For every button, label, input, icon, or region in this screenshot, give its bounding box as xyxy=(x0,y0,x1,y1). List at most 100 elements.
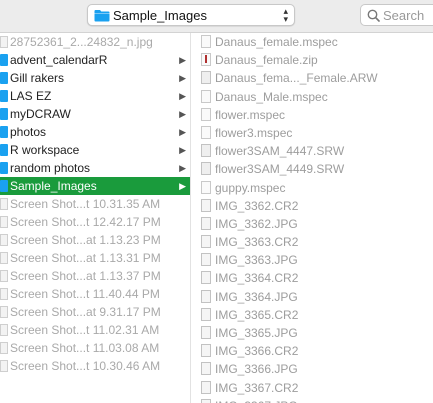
popup-stepper-icon: ▴ ▾ xyxy=(283,6,288,24)
file-icon xyxy=(0,342,8,354)
column-1-item-label: Screen Shot...t 10.30.46 AM xyxy=(10,359,161,373)
column-2-item[interactable]: IMG_3367.JPG xyxy=(191,397,433,403)
disclosure-arrow-icon: ▶ xyxy=(179,145,186,155)
column-1-item[interactable]: R workspace ▶ xyxy=(0,141,190,159)
column-1-item[interactable]: Screen Shot...at 1.13.31 PM xyxy=(0,249,190,267)
column-1-item[interactable]: myDCRAW ▶ xyxy=(0,105,190,123)
search-input[interactable] xyxy=(383,7,433,23)
raw-image-icon xyxy=(201,162,211,176)
image-file-icon xyxy=(201,344,211,358)
folder-icon xyxy=(94,9,110,25)
raw-image-icon xyxy=(201,144,211,158)
column-1-item[interactable]: Screen Shot...at 1.13.23 PM xyxy=(0,231,190,249)
column-2-item-label: IMG_3367.JPG xyxy=(215,397,298,403)
column-2-item[interactable]: IMG_3366.JPG xyxy=(191,360,433,378)
column-1-item-label: advent_calendarR xyxy=(10,53,108,67)
column-1-item[interactable]: Screen Shot...t 11.02.31 AM xyxy=(0,321,190,339)
document-icon xyxy=(201,180,211,194)
file-icon xyxy=(0,324,8,336)
path-label: Sample_Images xyxy=(113,8,207,23)
image-file-icon xyxy=(201,326,211,339)
column-2-item[interactable]: IMG_3363.CR2 xyxy=(191,233,433,251)
column-2-item-label: IMG_3362.JPG xyxy=(215,216,298,231)
search-icon xyxy=(367,9,380,25)
column-2-item-label: IMG_3363.JPG xyxy=(215,253,298,268)
column-2-item-label: IMG_3365.CR2 xyxy=(215,307,299,322)
column-2-item[interactable]: IMG_3365.CR2 xyxy=(191,306,433,324)
column-2-item[interactable]: Danaus_Male.mspec xyxy=(191,88,433,106)
column-1-item[interactable]: Screen Shot...at 9.31.17 PM xyxy=(0,303,190,321)
column-1-item[interactable]: Screen Shot...t 12.42.17 PM xyxy=(0,213,190,231)
column-1-item[interactable]: Screen Shot...t 11.03.08 AM xyxy=(0,339,190,357)
column-1-item-label: random photos xyxy=(10,161,91,175)
folder-icon xyxy=(0,54,8,66)
column-1-item-label: Sample_Images xyxy=(10,179,97,193)
column-1-item[interactable]: 28752361_2...24832_n.jpg xyxy=(0,33,190,51)
folder-icon xyxy=(0,72,8,84)
column-1-item-label: Screen Shot...at 9.31.17 PM xyxy=(10,305,161,319)
image-file-icon xyxy=(201,398,211,403)
column-2-item[interactable]: IMG_3364.JPG xyxy=(191,288,433,306)
document-icon xyxy=(201,89,211,103)
image-file-icon xyxy=(201,271,211,285)
column-2-item[interactable]: IMG_3362.JPG xyxy=(191,215,433,233)
column-2-item[interactable]: IMG_3365.JPG xyxy=(191,324,433,342)
column-1-item[interactable]: random photos ▶ xyxy=(0,159,190,177)
column-2-item-label: Danaus_Male.mspec xyxy=(215,89,328,104)
column-2-item-label: flower.mspec xyxy=(215,107,286,122)
column-2-item-label: IMG_3367.CR2 xyxy=(215,380,299,395)
column-2-item[interactable]: guppy.mspec xyxy=(191,179,433,197)
folder-icon xyxy=(0,90,8,102)
column-2-item[interactable]: Danaus_female.mspec xyxy=(191,33,433,51)
raw-image-icon xyxy=(201,71,211,85)
column-2-item[interactable]: flower3SAM_4449.SRW xyxy=(191,160,433,178)
column-2-item[interactable]: IMG_3367.CR2 xyxy=(191,379,433,397)
column-2-item[interactable]: IMG_3366.CR2 xyxy=(191,342,433,360)
column-2-item-label: IMG_3365.JPG xyxy=(215,326,298,340)
column-2-item[interactable]: Danaus_female.zip xyxy=(191,51,433,69)
column-2-item[interactable]: IMG_3364.CR2 xyxy=(191,269,433,287)
column-1-item[interactable]: LAS EZ ▶ xyxy=(0,87,190,105)
column-2-item[interactable]: flower3SAM_4447.SRW xyxy=(191,142,433,160)
column-2-item[interactable]: Danaus_fema..._Female.ARW xyxy=(191,69,433,87)
column-2-item-label: IMG_3364.JPG xyxy=(215,289,298,304)
column-1-item[interactable]: Screen Shot...at 1.13.37 PM xyxy=(0,267,190,285)
column-1-item-label: Screen Shot...t 12.42.17 PM xyxy=(10,215,161,229)
column-1-item[interactable]: Screen Shot...t 10.31.35 AM xyxy=(0,195,190,213)
column-2-item-label: flower3.mspec xyxy=(215,125,293,140)
image-file-icon xyxy=(201,362,211,376)
file-icon xyxy=(0,216,8,228)
column-1-item[interactable]: advent_calendarR ▶ xyxy=(0,51,190,69)
zip-archive-icon xyxy=(201,53,211,67)
column-1-item[interactable]: photos ▶ xyxy=(0,123,190,141)
browser-column-1[interactable]: 28752361_2...24832_n.jpg advent_calendarR… xyxy=(0,33,191,403)
column-2-item[interactable]: flower3.mspec xyxy=(191,124,433,142)
column-2-item[interactable]: IMG_3362.CR2 xyxy=(191,197,433,215)
column-1-item-label: LAS EZ xyxy=(10,89,52,103)
column-2-list: Danaus_female.mspec Danaus_female.zip Dana… xyxy=(191,33,433,403)
folder-icon xyxy=(0,180,8,192)
column-1-item[interactable]: Screen Shot...t 11.40.44 PM xyxy=(0,285,190,303)
file-icon xyxy=(0,306,8,318)
column-1-item[interactable]: Gill rakers ▶ xyxy=(0,69,190,87)
column-1-item-label: Screen Shot...t 11.40.44 PM xyxy=(10,287,160,301)
column-1-list: 28752361_2...24832_n.jpg advent_calendarR… xyxy=(0,33,190,375)
column-1-item[interactable]: Screen Shot...t 10.30.46 AM xyxy=(0,357,190,375)
column-2-item-label: IMG_3366.CR2 xyxy=(215,344,299,359)
column-2-item[interactable]: IMG_3363.JPG xyxy=(191,251,433,269)
file-icon xyxy=(0,270,8,282)
file-icon xyxy=(0,36,8,48)
document-icon xyxy=(201,125,211,139)
image-file-icon xyxy=(201,198,211,212)
column-2-item-label: IMG_3362.CR2 xyxy=(215,198,299,213)
column-2-item[interactable]: flower.mspec xyxy=(191,106,433,124)
disclosure-arrow-icon: ▶ xyxy=(179,181,186,191)
browser-column-2[interactable]: Danaus_female.mspec Danaus_female.zip Dana… xyxy=(191,33,433,403)
disclosure-arrow-icon: ▶ xyxy=(179,91,186,101)
search-field[interactable] xyxy=(360,4,433,26)
document-icon xyxy=(201,35,211,48)
column-1-item[interactable]: Sample_Images ▶ xyxy=(0,177,190,195)
folder-icon xyxy=(0,144,8,156)
path-popup-button[interactable]: Sample_Images ▴ ▾ xyxy=(87,4,295,26)
column-2-item-label: IMG_3366.JPG xyxy=(215,362,298,377)
